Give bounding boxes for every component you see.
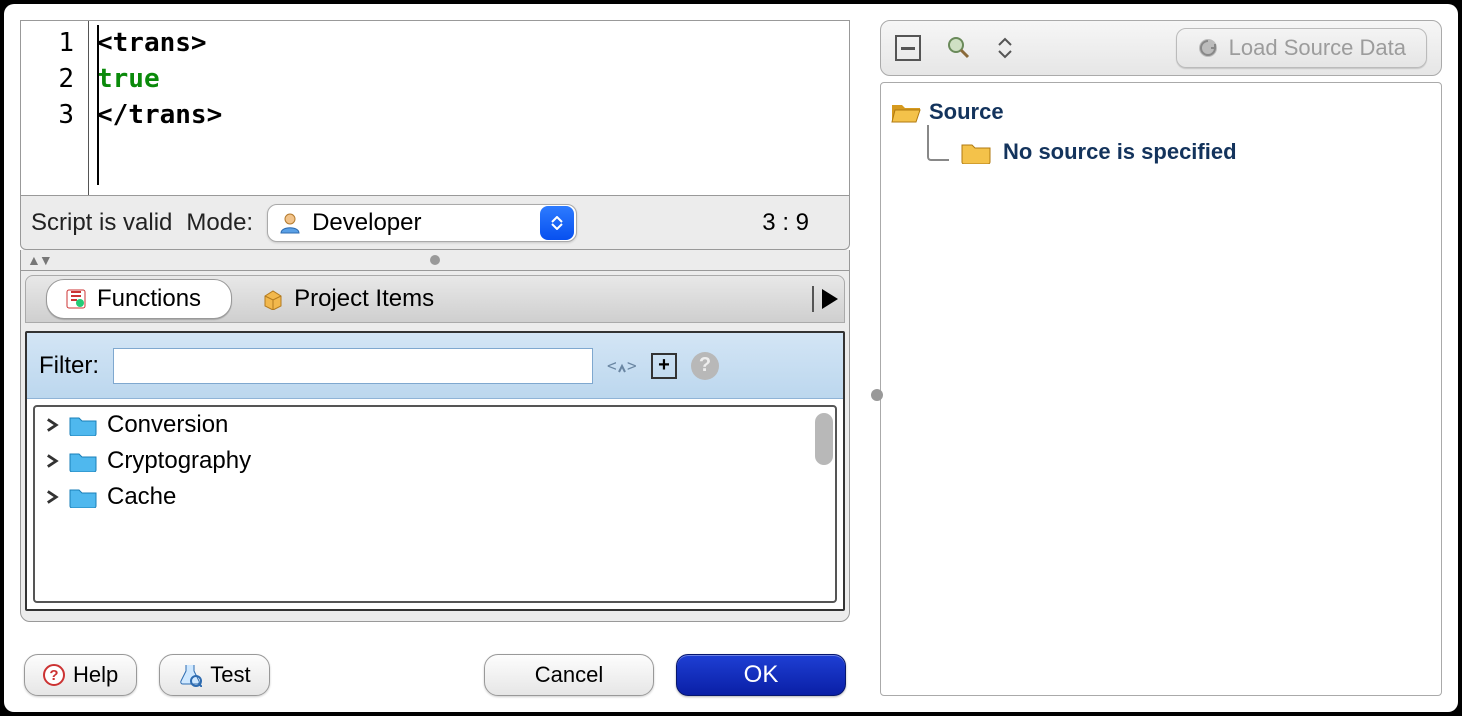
horizontal-splitter[interactable]: ▲▼ [20, 250, 850, 270]
functions-icon [65, 288, 87, 310]
filter-bar: Filter: <> + ? [27, 333, 843, 399]
tree-item[interactable]: Cryptography [35, 443, 835, 479]
chevron-right-icon [45, 490, 59, 504]
search-icon[interactable] [947, 36, 971, 60]
tree-item-label: Conversion [107, 411, 228, 439]
code-line: </trans> [97, 97, 222, 133]
mode-value: Developer [312, 209, 530, 237]
scrollbar-thumb[interactable] [815, 413, 833, 465]
ok-button[interactable]: OK [676, 654, 846, 696]
tree-connector-icon [927, 125, 949, 161]
chevron-right-icon [45, 454, 59, 468]
functions-panel: Filter: <> + ? Conversion [25, 331, 845, 611]
splitter-arrows-icon: ▲▼ [27, 252, 51, 268]
user-icon [278, 211, 302, 235]
help-button[interactable]: ? Help [24, 654, 137, 696]
reload-icon [1197, 37, 1219, 59]
button-label: Cancel [535, 662, 603, 688]
text-caret [97, 25, 99, 185]
help-icon: ? [691, 352, 719, 380]
tree-item[interactable]: Conversion [35, 407, 835, 443]
tree-leaf: No source is specified [927, 135, 1431, 169]
dialog-buttons: ? Help Test Cancel OK [20, 622, 850, 696]
tree-item[interactable]: Cache [35, 479, 835, 515]
tree-leaf-label: No source is specified [1003, 139, 1237, 165]
lower-panel: Functions Project Items Filter: [20, 270, 850, 622]
button-label: Help [73, 662, 118, 688]
insert-brackets-icon[interactable]: <> [607, 351, 637, 381]
tree-item-label: Cryptography [107, 447, 251, 475]
chevron-right-icon [45, 418, 59, 432]
tree-root-label: Source [929, 99, 1004, 125]
source-toolbar: Load Source Data [880, 20, 1442, 76]
code-line: <trans> [97, 25, 222, 61]
filter-label: Filter: [39, 352, 99, 380]
dialog-window: 1 2 3 <trans> true </trans> Script is va… [4, 4, 1458, 712]
code-line: true [97, 61, 222, 97]
validity-status: Script is valid [31, 209, 172, 237]
mode-label: Mode: [186, 209, 253, 237]
svg-text:<: < [607, 356, 617, 375]
line-number: 3 [25, 97, 74, 133]
filter-input[interactable] [113, 348, 593, 384]
folder-icon [69, 486, 97, 508]
left-panel: 1 2 3 <trans> true </trans> Script is va… [20, 20, 850, 696]
splitter-grip-icon [430, 255, 440, 265]
mode-dropdown[interactable]: Developer [267, 204, 577, 242]
dropdown-arrows-icon [540, 206, 574, 240]
status-bar: Script is valid Mode: Developer 3 : 9 [20, 196, 850, 250]
right-panel: Load Source Data Source No source is spe… [880, 20, 1442, 696]
tree-item-label: Cache [107, 483, 176, 511]
svg-text:?: ? [49, 667, 58, 684]
line-number: 1 [25, 25, 74, 61]
folder-icon [961, 140, 991, 164]
tree-root[interactable]: Source [891, 95, 1431, 129]
source-tree[interactable]: Source No source is specified [880, 82, 1442, 696]
tab-functions[interactable]: Functions [46, 279, 232, 319]
tab-label: Functions [97, 285, 201, 313]
box-icon [262, 288, 284, 310]
button-label: OK [744, 661, 779, 689]
button-label: Test [210, 662, 250, 688]
tab-label: Project Items [294, 285, 434, 313]
line-gutter: 1 2 3 [21, 21, 89, 195]
test-button[interactable]: Test [159, 654, 269, 696]
function-tree[interactable]: Conversion Cryptography Cache [33, 405, 837, 603]
collapse-icon[interactable] [895, 35, 921, 61]
folder-icon [69, 450, 97, 472]
cursor-position: 3 : 9 [762, 209, 809, 237]
load-source-button[interactable]: Load Source Data [1176, 28, 1427, 68]
splitter-grip-icon [871, 389, 883, 401]
code-area[interactable]: <trans> true </trans> [89, 21, 230, 195]
folder-icon [69, 414, 97, 436]
expand-all-icon[interactable]: + [651, 353, 677, 379]
expand-collapse-icon[interactable] [997, 37, 1013, 59]
folder-open-icon [891, 100, 921, 124]
line-number: 2 [25, 61, 74, 97]
cancel-button[interactable]: Cancel [484, 654, 654, 696]
script-editor[interactable]: 1 2 3 <trans> true </trans> [20, 20, 850, 196]
separator-icon [812, 286, 814, 312]
overflow-arrow-icon [822, 289, 838, 309]
tab-overflow[interactable] [812, 286, 838, 312]
tab-bar: Functions Project Items [25, 275, 845, 323]
tab-project-items[interactable]: Project Items [244, 279, 464, 319]
button-label: Load Source Data [1229, 35, 1406, 61]
svg-text:>: > [627, 356, 637, 375]
vertical-splitter[interactable] [862, 20, 868, 696]
